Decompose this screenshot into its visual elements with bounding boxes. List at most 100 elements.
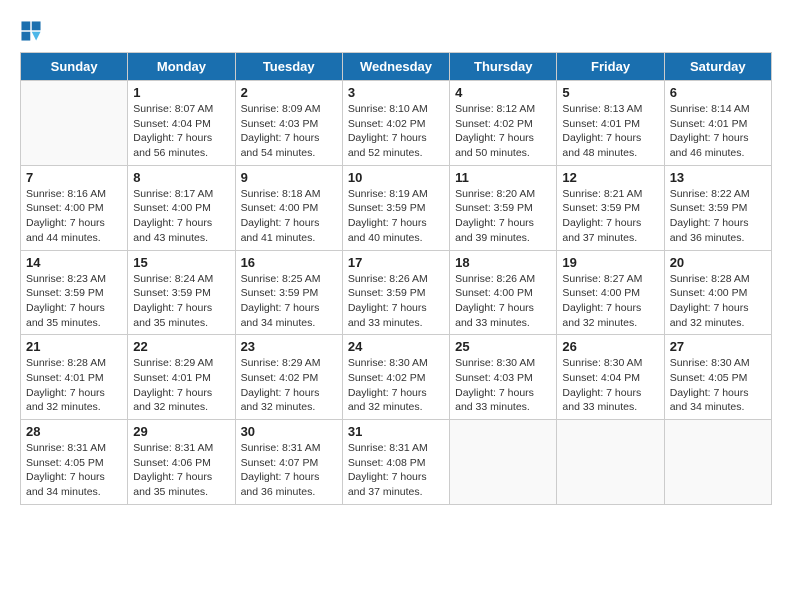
day-number: 1 <box>133 85 229 100</box>
calendar-cell: 23 Sunrise: 8:29 AM Sunset: 4:02 PM Dayli… <box>235 335 342 420</box>
day-info: Sunrise: 8:31 AM Sunset: 4:07 PM Dayligh… <box>241 441 337 500</box>
calendar-cell: 15 Sunrise: 8:24 AM Sunset: 3:59 PM Dayli… <box>128 250 235 335</box>
day-info: Sunrise: 8:29 AM Sunset: 4:01 PM Dayligh… <box>133 356 229 415</box>
day-info: Sunrise: 8:17 AM Sunset: 4:00 PM Dayligh… <box>133 187 229 246</box>
logo-icon <box>20 20 42 42</box>
day-number: 5 <box>562 85 658 100</box>
day-header-wednesday: Wednesday <box>342 53 449 81</box>
week-row-2: 7 Sunrise: 8:16 AM Sunset: 4:00 PM Daylig… <box>21 165 772 250</box>
day-number: 9 <box>241 170 337 185</box>
day-number: 17 <box>348 255 444 270</box>
week-row-1: 1 Sunrise: 8:07 AM Sunset: 4:04 PM Daylig… <box>21 81 772 166</box>
day-info: Sunrise: 8:30 AM Sunset: 4:03 PM Dayligh… <box>455 356 551 415</box>
calendar-cell: 12 Sunrise: 8:21 AM Sunset: 3:59 PM Dayli… <box>557 165 664 250</box>
calendar-cell: 13Sunrise: 8:22 AM Sunset: 3:59 PM Dayli… <box>664 165 771 250</box>
day-number: 30 <box>241 424 337 439</box>
day-info: Sunrise: 8:25 AM Sunset: 3:59 PM Dayligh… <box>241 272 337 331</box>
calendar-cell: 5Sunrise: 8:13 AM Sunset: 4:01 PM Daylig… <box>557 81 664 166</box>
day-info: Sunrise: 8:31 AM Sunset: 4:05 PM Dayligh… <box>26 441 122 500</box>
calendar-cell: 3Sunrise: 8:10 AM Sunset: 4:02 PM Daylig… <box>342 81 449 166</box>
calendar-cell: 27 Sunrise: 8:30 AM Sunset: 4:05 PM Dayli… <box>664 335 771 420</box>
calendar-cell: 11 Sunrise: 8:20 AM Sunset: 3:59 PM Dayli… <box>450 165 557 250</box>
day-info: Sunrise: 8:09 AM Sunset: 4:03 PM Dayligh… <box>241 102 337 161</box>
day-number: 10 <box>348 170 444 185</box>
day-info: Sunrise: 8:07 AM Sunset: 4:04 PM Dayligh… <box>133 102 229 161</box>
calendar-cell: 24 Sunrise: 8:30 AM Sunset: 4:02 PM Dayli… <box>342 335 449 420</box>
calendar-cell: 28 Sunrise: 8:31 AM Sunset: 4:05 PM Dayli… <box>21 420 128 505</box>
calendar-cell: 18 Sunrise: 8:26 AM Sunset: 4:00 PM Dayli… <box>450 250 557 335</box>
day-header-tuesday: Tuesday <box>235 53 342 81</box>
calendar-cell: 17 Sunrise: 8:26 AM Sunset: 3:59 PM Dayli… <box>342 250 449 335</box>
day-number: 27 <box>670 339 766 354</box>
day-info: Sunrise: 8:28 AM Sunset: 4:01 PM Dayligh… <box>26 356 122 415</box>
calendar-cell: 31 Sunrise: 8:31 AM Sunset: 4:08 PM Dayli… <box>342 420 449 505</box>
day-number: 2 <box>241 85 337 100</box>
calendar-cell: 16 Sunrise: 8:25 AM Sunset: 3:59 PM Dayli… <box>235 250 342 335</box>
day-number: 22 <box>133 339 229 354</box>
day-info: Sunrise: 8:30 AM Sunset: 4:04 PM Dayligh… <box>562 356 658 415</box>
calendar-cell: 1 Sunrise: 8:07 AM Sunset: 4:04 PM Daylig… <box>128 81 235 166</box>
logo <box>20 20 44 42</box>
day-number: 18 <box>455 255 551 270</box>
day-info: Sunrise: 8:18 AM Sunset: 4:00 PM Dayligh… <box>241 187 337 246</box>
day-info: Sunrise: 8:21 AM Sunset: 3:59 PM Dayligh… <box>562 187 658 246</box>
day-number: 19 <box>562 255 658 270</box>
day-number: 8 <box>133 170 229 185</box>
day-info: Sunrise: 8:29 AM Sunset: 4:02 PM Dayligh… <box>241 356 337 415</box>
day-number: 7 <box>26 170 122 185</box>
day-number: 28 <box>26 424 122 439</box>
day-info: Sunrise: 8:28 AM Sunset: 4:00 PM Dayligh… <box>670 272 766 331</box>
day-number: 24 <box>348 339 444 354</box>
day-number: 21 <box>26 339 122 354</box>
calendar-cell: 25Sunrise: 8:30 AM Sunset: 4:03 PM Dayli… <box>450 335 557 420</box>
week-row-4: 21 Sunrise: 8:28 AM Sunset: 4:01 PM Dayli… <box>21 335 772 420</box>
calendar-cell: 22 Sunrise: 8:29 AM Sunset: 4:01 PM Dayli… <box>128 335 235 420</box>
day-number: 31 <box>348 424 444 439</box>
day-number: 6 <box>670 85 766 100</box>
day-info: Sunrise: 8:26 AM Sunset: 4:00 PM Dayligh… <box>455 272 551 331</box>
day-info: Sunrise: 8:31 AM Sunset: 4:08 PM Dayligh… <box>348 441 444 500</box>
calendar-cell: 9 Sunrise: 8:18 AM Sunset: 4:00 PM Daylig… <box>235 165 342 250</box>
day-header-thursday: Thursday <box>450 53 557 81</box>
calendar-body: 1 Sunrise: 8:07 AM Sunset: 4:04 PM Daylig… <box>21 81 772 505</box>
week-row-3: 14Sunrise: 8:23 AM Sunset: 3:59 PM Dayli… <box>21 250 772 335</box>
day-info: Sunrise: 8:31 AM Sunset: 4:06 PM Dayligh… <box>133 441 229 500</box>
day-number: 12 <box>562 170 658 185</box>
day-info: Sunrise: 8:26 AM Sunset: 3:59 PM Dayligh… <box>348 272 444 331</box>
day-info: Sunrise: 8:10 AM Sunset: 4:02 PM Dayligh… <box>348 102 444 161</box>
day-number: 11 <box>455 170 551 185</box>
day-info: Sunrise: 8:24 AM Sunset: 3:59 PM Dayligh… <box>133 272 229 331</box>
day-info: Sunrise: 8:27 AM Sunset: 4:00 PM Dayligh… <box>562 272 658 331</box>
calendar-cell: 7 Sunrise: 8:16 AM Sunset: 4:00 PM Daylig… <box>21 165 128 250</box>
calendar-cell: 19 Sunrise: 8:27 AM Sunset: 4:00 PM Dayli… <box>557 250 664 335</box>
calendar-cell: 10Sunrise: 8:19 AM Sunset: 3:59 PM Dayli… <box>342 165 449 250</box>
calendar-cell <box>664 420 771 505</box>
calendar-cell: 20 Sunrise: 8:28 AM Sunset: 4:00 PM Dayli… <box>664 250 771 335</box>
calendar-cell: 6Sunrise: 8:14 AM Sunset: 4:01 PM Daylig… <box>664 81 771 166</box>
calendar-cell: 29 Sunrise: 8:31 AM Sunset: 4:06 PM Dayli… <box>128 420 235 505</box>
calendar-cell: 30 Sunrise: 8:31 AM Sunset: 4:07 PM Dayli… <box>235 420 342 505</box>
day-number: 29 <box>133 424 229 439</box>
calendar-table: SundayMondayTuesdayWednesdayThursdayFrid… <box>20 52 772 505</box>
day-header-monday: Monday <box>128 53 235 81</box>
day-header-friday: Friday <box>557 53 664 81</box>
day-info: Sunrise: 8:30 AM Sunset: 4:02 PM Dayligh… <box>348 356 444 415</box>
day-number: 15 <box>133 255 229 270</box>
day-info: Sunrise: 8:20 AM Sunset: 3:59 PM Dayligh… <box>455 187 551 246</box>
calendar-cell: 8 Sunrise: 8:17 AM Sunset: 4:00 PM Daylig… <box>128 165 235 250</box>
day-number: 20 <box>670 255 766 270</box>
calendar-cell: 21 Sunrise: 8:28 AM Sunset: 4:01 PM Dayli… <box>21 335 128 420</box>
week-row-5: 28 Sunrise: 8:31 AM Sunset: 4:05 PM Dayli… <box>21 420 772 505</box>
calendar-cell <box>450 420 557 505</box>
day-info: Sunrise: 8:12 AM Sunset: 4:02 PM Dayligh… <box>455 102 551 161</box>
day-number: 4 <box>455 85 551 100</box>
day-info: Sunrise: 8:30 AM Sunset: 4:05 PM Dayligh… <box>670 356 766 415</box>
day-info: Sunrise: 8:16 AM Sunset: 4:00 PM Dayligh… <box>26 187 122 246</box>
calendar-header-row: SundayMondayTuesdayWednesdayThursdayFrid… <box>21 53 772 81</box>
day-number: 23 <box>241 339 337 354</box>
calendar-cell: 4 Sunrise: 8:12 AM Sunset: 4:02 PM Daylig… <box>450 81 557 166</box>
calendar-cell: 2 Sunrise: 8:09 AM Sunset: 4:03 PM Daylig… <box>235 81 342 166</box>
header <box>20 20 772 42</box>
day-number: 14 <box>26 255 122 270</box>
day-number: 16 <box>241 255 337 270</box>
